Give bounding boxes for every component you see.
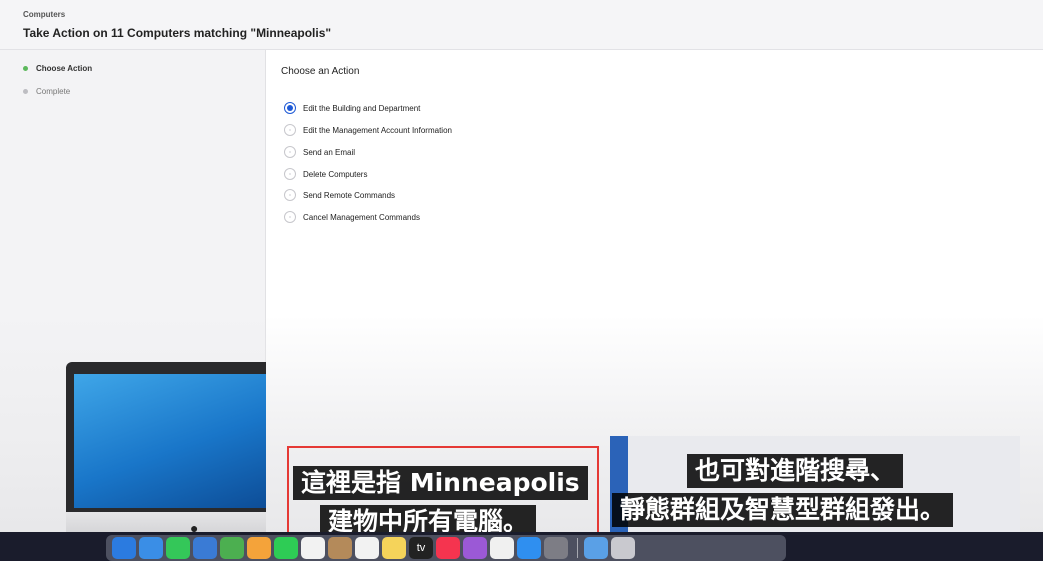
mail-icon[interactable] [193, 537, 217, 559]
option-edit-building-department[interactable]: Edit the Building and Department [284, 101, 420, 115]
radio-button[interactable] [284, 189, 296, 201]
music-icon[interactable] [436, 537, 460, 559]
tv-icon[interactable]: tv [409, 537, 433, 559]
reminders-icon[interactable] [355, 537, 379, 559]
contacts-icon[interactable] [328, 537, 352, 559]
option-label: Edit the Building and Department [303, 103, 421, 113]
subtitle-right-line-1: 也可對進階搜尋、 [687, 454, 904, 488]
option-send-email[interactable]: Send an Email [284, 145, 355, 159]
imac-screen [74, 374, 266, 508]
radio-button[interactable] [284, 124, 296, 136]
messages-icon[interactable] [166, 537, 190, 559]
step-complete: Complete [23, 87, 70, 96]
option-send-remote-commands[interactable]: Send Remote Commands [284, 188, 395, 202]
option-label: Delete Computers [303, 169, 368, 179]
app-store-icon[interactable] [517, 537, 541, 559]
breadcrumb[interactable]: Computers [23, 10, 65, 19]
step-active-dot-icon [23, 66, 28, 71]
imac-illustration: ● [66, 362, 266, 552]
option-cancel-management-commands[interactable]: Cancel Management Commands [284, 210, 420, 224]
podcasts-icon[interactable] [463, 537, 487, 559]
finder-icon[interactable] [112, 537, 136, 559]
trash-icon[interactable] [611, 537, 635, 559]
step-label: Complete [36, 87, 71, 96]
system-preferences-icon[interactable] [544, 537, 568, 559]
section-title: Choose an Action [281, 66, 360, 77]
notes-icon[interactable] [382, 537, 406, 559]
step-choose-action: Choose Action [23, 64, 92, 73]
downloads-folder-icon[interactable] [584, 537, 608, 559]
subtitle-right-line-2: 靜態群組及智慧型群組發出。 [612, 493, 954, 527]
option-edit-management-account[interactable]: Edit the Management Account Information [284, 123, 452, 137]
option-label: Send an Email [303, 147, 356, 157]
dock: tv [106, 535, 786, 561]
photos-icon[interactable] [247, 537, 271, 559]
subtitle-left-line-1: 這裡是指 Minneapolis [293, 466, 588, 500]
option-delete-computers[interactable]: Delete Computers [284, 167, 367, 181]
radio-button[interactable] [284, 168, 296, 180]
facetime-icon[interactable] [274, 537, 298, 559]
radio-button[interactable] [284, 146, 296, 158]
option-label: Edit the Management Account Information [303, 125, 452, 135]
option-label: Cancel Management Commands [303, 212, 420, 222]
safari-icon[interactable] [139, 537, 163, 559]
app-window: Computers Take Action on 11 Computers ma… [0, 0, 1043, 561]
dock-separator [577, 538, 578, 558]
step-label: Choose Action [36, 64, 93, 73]
calendar-icon[interactable] [301, 537, 325, 559]
radio-button[interactable] [284, 211, 296, 223]
radio-button[interactable] [284, 102, 296, 114]
page-header: Computers Take Action on 11 Computers ma… [0, 0, 1043, 50]
maps-icon[interactable] [220, 537, 244, 559]
option-label: Send Remote Commands [303, 190, 396, 200]
page-title: Take Action on 11 Computers matching "Mi… [23, 26, 332, 40]
step-dot-icon [23, 89, 28, 94]
news-icon[interactable] [490, 537, 514, 559]
